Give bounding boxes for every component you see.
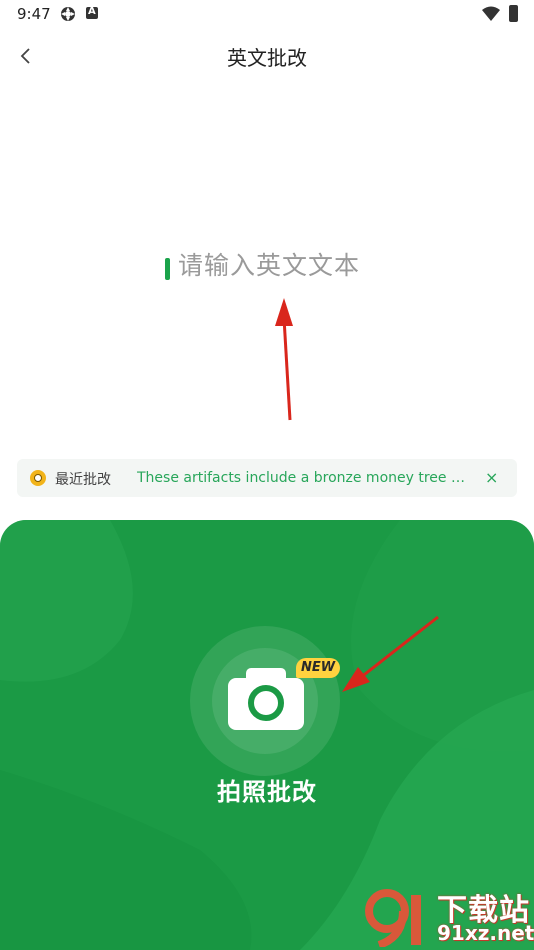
watermark-url: 91xz.net bbox=[437, 921, 534, 945]
wifi-icon bbox=[482, 6, 500, 21]
recent-text-link[interactable]: These artifacts include a bronze money t… bbox=[137, 470, 472, 486]
app-notification-icon bbox=[86, 6, 98, 19]
camera-icon bbox=[228, 668, 304, 730]
watermark: 下载站 91xz.net bbox=[365, 885, 534, 947]
status-bar: 9:47 bbox=[0, 0, 534, 28]
text-caret bbox=[165, 258, 170, 280]
camera-label[interactable]: 拍照批改 bbox=[0, 772, 534, 807]
watermark-logo bbox=[365, 889, 421, 947]
status-time: 9:47 bbox=[17, 5, 51, 23]
header: 英文批改 bbox=[0, 28, 534, 84]
page-title: 英文批改 bbox=[227, 46, 307, 70]
recent-label: 最近批改 bbox=[55, 472, 111, 488]
recent-correction-bar[interactable]: 最近批改 These artifacts include a bronze mo… bbox=[17, 459, 517, 497]
coin-icon bbox=[30, 470, 46, 486]
sync-icon bbox=[61, 7, 75, 21]
close-icon[interactable]: × bbox=[485, 468, 498, 487]
battery-icon bbox=[509, 5, 518, 22]
input-placeholder: 请输入英文文本 bbox=[178, 251, 361, 280]
new-badge: NEW bbox=[296, 658, 340, 678]
camera-button[interactable] bbox=[190, 626, 340, 776]
